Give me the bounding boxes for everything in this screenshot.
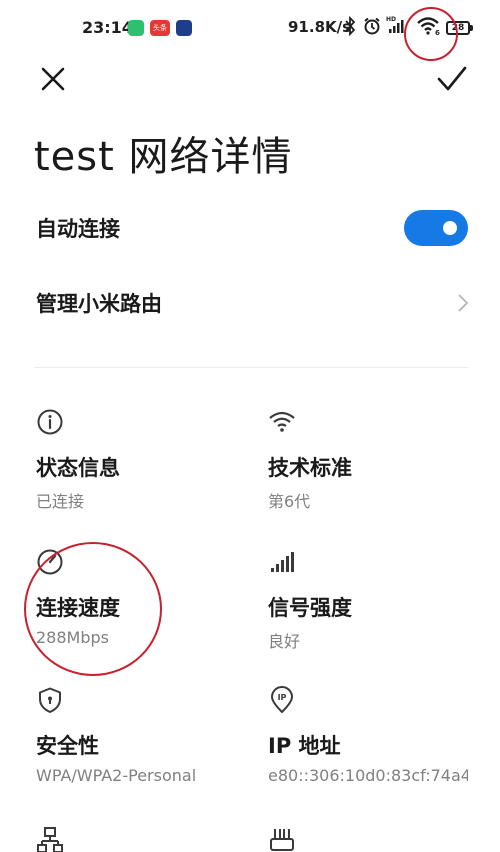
toggle-knob [443, 221, 457, 235]
signal-strength-icon [268, 548, 296, 576]
status-bar: 23:14 头条 91.8K/s HD 6 28 [0, 0, 500, 61]
info-value: e80::306:10d0:83cf:74a4 [268, 766, 468, 785]
info-title: 状态信息 [36, 456, 120, 480]
page-title: test 网络详情 [34, 134, 293, 180]
info-title: IP 地址 [268, 734, 341, 758]
auto-connect-label: 自动连接 [36, 217, 120, 241]
notification-app-icon [128, 20, 144, 36]
status-time: 23:14 [82, 18, 133, 37]
info-cell-signal-strength: 信号强度 良好 [268, 548, 498, 678]
info-value: WPA/WPA2-Personal [36, 766, 197, 785]
info-cell-tech-standard: 技术标准 第6代 [268, 408, 498, 538]
network-topology-icon [36, 826, 64, 852]
bluetooth-icon [344, 15, 356, 41]
info-title: 信号强度 [268, 596, 352, 620]
close-icon[interactable] [38, 64, 68, 94]
battery-icon: 28 [446, 21, 473, 35]
manage-router-row[interactable]: 管理小米路由 [0, 273, 500, 333]
info-cell-status: 状态信息 已连接 [36, 408, 266, 538]
info-title: 技术标准 [268, 456, 352, 480]
info-icon [36, 408, 64, 436]
info-value: 已连接 [36, 492, 85, 511]
hd-label: HD [386, 16, 396, 23]
network-speed: 91.8K/s [288, 18, 352, 36]
wifi-status-icon: 6 [416, 15, 442, 42]
info-cell-security: 安全性 WPA/WPA2-Personal [36, 686, 266, 816]
info-title: 安全性 [36, 734, 99, 758]
wifi-icon [268, 408, 296, 436]
section-divider [34, 367, 468, 368]
info-value: 288Mbps [36, 628, 109, 647]
router-icon [268, 826, 296, 852]
info-value: 良好 [268, 632, 301, 651]
info-cell-ip-address: IP IP 地址 e80::306:10d0:83cf:74a4 [268, 686, 498, 816]
info-value: 第6代 [268, 492, 311, 511]
ip-location-icon: IP [268, 686, 296, 714]
wifi-details-screen: 23:14 头条 91.8K/s HD 6 28 test 网络详情 自动连接 … [0, 0, 500, 852]
auto-connect-row[interactable]: 自动连接 [0, 198, 500, 258]
manage-router-label: 管理小米路由 [36, 292, 162, 316]
info-cell-connection-speed: 连接速度 288Mbps [36, 548, 266, 678]
shield-icon [36, 686, 64, 714]
alarm-icon [362, 16, 382, 41]
wifi-generation-label: 6 [435, 29, 440, 37]
info-cell-router [268, 826, 498, 852]
speedometer-icon [36, 548, 64, 576]
notification-app-icon-2 [176, 20, 192, 36]
chevron-right-icon [456, 292, 470, 314]
info-cell-network-topology [36, 826, 266, 852]
confirm-check-icon[interactable] [436, 64, 468, 94]
cellular-signal-icon: HD [386, 14, 408, 41]
svg-text:IP: IP [278, 693, 287, 702]
news-app-icon: 头条 [150, 20, 170, 36]
info-title: 连接速度 [36, 596, 120, 620]
auto-connect-toggle[interactable] [404, 210, 468, 246]
